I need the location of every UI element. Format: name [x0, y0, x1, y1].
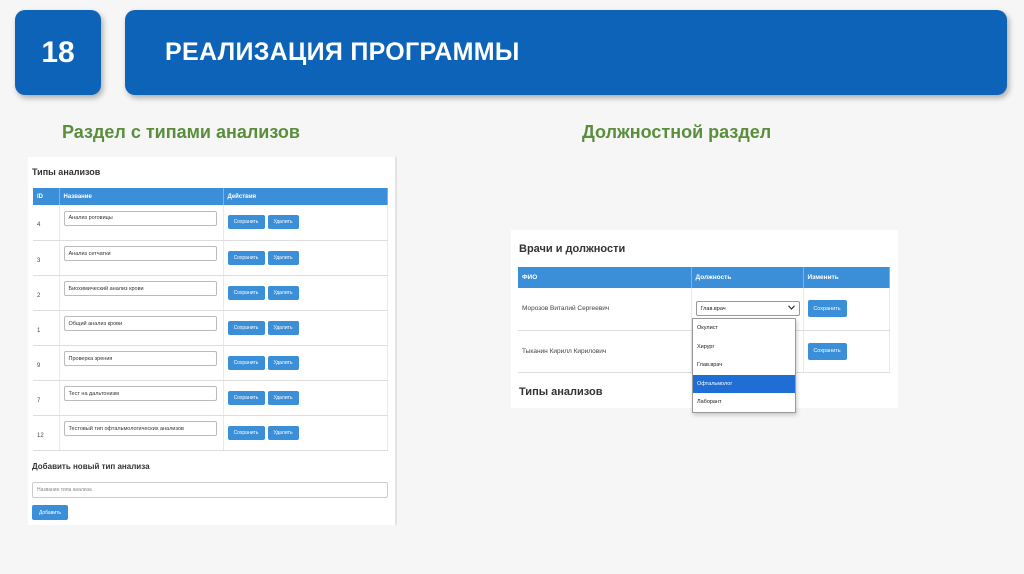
dropdown-option[interactable]: Хирург [693, 338, 795, 357]
actions-cell: Сохранить Удалить [223, 415, 388, 451]
table-row: 12 Тестовый тип офтальмологических анализ… [33, 415, 388, 451]
save-button[interactable]: Сохранить [227, 355, 265, 370]
doctor-name: Тыканин Кирилл Кирилович [518, 330, 692, 373]
save-button[interactable]: Сохранить [807, 300, 847, 318]
delete-button[interactable]: Удалить [267, 355, 299, 370]
edit-cell: Сохранить [803, 288, 890, 331]
slide-number: 18 [15, 10, 101, 95]
table-row: 4 Анализ роговицы Сохранить Удалить [33, 205, 388, 241]
save-button[interactable]: Сохранить [807, 342, 847, 360]
column-header-name: Название [59, 188, 224, 205]
name-cell: Биохимический анализ крови [59, 275, 224, 311]
edit-cell: Сохранить [803, 330, 890, 373]
analysis-id: 4 [33, 205, 60, 241]
column-header-edit: Изменить [803, 267, 890, 288]
delete-button[interactable]: Удалить [267, 390, 299, 405]
analysis-types-panel: Типы анализов ID Название Действия 4 Анал… [28, 157, 397, 525]
name-cell: Анализ роговицы [59, 205, 224, 241]
left-section-caption: Раздел с типами анализов [62, 122, 300, 142]
analysis-name-field[interactable]: Общий анализ крови [63, 316, 217, 331]
position-select[interactable]: Глав.врач [695, 301, 800, 317]
analysis-id: 9 [33, 345, 60, 381]
right-section-caption: Должностной раздел [582, 122, 772, 142]
chevron-down-icon [787, 305, 795, 312]
analysis-id: 12 [33, 415, 60, 451]
delete-button[interactable]: Удалить [267, 215, 299, 230]
analysis-types-heading: Типы анализов [32, 167, 101, 177]
delete-button[interactable]: Удалить [267, 320, 299, 335]
dropdown-option-highlighted[interactable]: Офтальмолог [693, 374, 795, 393]
save-button[interactable]: Сохранить [227, 285, 265, 300]
name-cell: Проверка зрения [59, 345, 224, 381]
save-button[interactable]: Сохранить [227, 425, 265, 440]
position-dropdown-list: Окулист Хирург Глав.врач Офтальмолог Лаб… [692, 318, 796, 413]
analysis-types-table: ID Название Действия 4 Анализ роговицы Сох… [33, 188, 388, 451]
doctors-positions-heading: Врачи и должности [519, 243, 626, 255]
actions-cell: Сохранить Удалить [223, 205, 388, 241]
column-header-actions: Действия [223, 188, 388, 205]
save-button[interactable]: Сохранить [227, 250, 265, 265]
analysis-name-input[interactable]: Название типа анализа [32, 482, 388, 498]
add-analysis-heading: Добавить новый тип анализа [32, 462, 150, 471]
analysis-name-field[interactable]: Тест на дальтонизм [63, 386, 217, 401]
table-row: 2 Биохимический анализ крови Сохранить Удал… [33, 275, 388, 311]
position-select-value: Глав.врач [700, 305, 726, 312]
actions-cell: Сохранить Удалить [223, 310, 388, 346]
analysis-id: 2 [33, 275, 60, 311]
save-button[interactable]: Сохранить [227, 390, 265, 405]
name-cell: Тест на дальтонизм [59, 380, 224, 416]
delete-button[interactable]: Удалить [267, 250, 299, 265]
doctor-name: Морозов Виталий Сергеевич [518, 288, 692, 331]
analysis-name-field[interactable]: Тестовый тип офтальмологических анализов [63, 421, 217, 436]
slide-title-bar: РЕАЛИЗАЦИЯ ПРОГРАММЫ [125, 10, 1007, 95]
dropdown-option[interactable]: Глав.врач [693, 356, 795, 375]
dropdown-option[interactable]: Лаборант [693, 393, 795, 412]
actions-cell: Сохранить Удалить [223, 275, 388, 311]
analysis-name-field[interactable]: Биохимический анализ крови [63, 281, 217, 296]
column-header-position: Должность [691, 267, 804, 288]
analysis-id: 3 [33, 240, 60, 276]
delete-button[interactable]: Удалить [267, 285, 299, 300]
dropdown-option[interactable]: Окулист [693, 319, 795, 338]
analysis-name-field[interactable]: Проверка зрения [63, 351, 217, 366]
actions-cell: Сохранить Удалить [223, 380, 388, 416]
name-cell: Анализ сетчатки [59, 240, 224, 276]
table-row: 3 Анализ сетчатки Сохранить Удалить [33, 240, 388, 276]
name-cell: Общий анализ крови [59, 310, 224, 346]
column-header-id: ID [33, 188, 60, 205]
table-header-row: ФИО Должность Изменить [518, 267, 890, 288]
name-cell: Тестовый тип офтальмологических анализов [59, 415, 224, 451]
column-header-fio: ФИО [518, 267, 692, 288]
slide-title: РЕАЛИЗАЦИЯ ПРОГРАММЫ [165, 38, 520, 66]
add-analysis-button[interactable]: Добавить [32, 505, 68, 520]
analysis-name-field[interactable]: Анализ роговицы [63, 210, 217, 226]
analysis-id: 1 [33, 310, 60, 346]
save-button[interactable]: Сохранить [227, 215, 265, 230]
analysis-name-field[interactable]: Анализ сетчатки [63, 246, 217, 261]
table-row: 9 Проверка зрения Сохранить Удалить [33, 345, 388, 381]
table-row: 1 Общий анализ крови Сохранить Удалить [33, 310, 388, 346]
actions-cell: Сохранить Удалить [223, 240, 388, 276]
table-header-row: ID Название Действия [33, 188, 388, 205]
table-row: 7 Тест на дальтонизм Сохранить Удалить [33, 380, 388, 416]
analysis-id: 7 [33, 380, 60, 416]
save-button[interactable]: Сохранить [227, 320, 265, 335]
delete-button[interactable]: Удалить [267, 425, 299, 440]
actions-cell: Сохранить Удалить [223, 345, 388, 381]
analysis-types-subheading: Типы анализов [519, 386, 603, 398]
